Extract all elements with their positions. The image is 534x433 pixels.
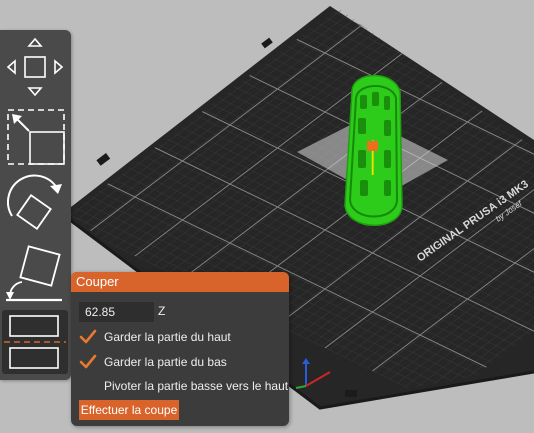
z-label: Z [158, 304, 166, 318]
keep-upper-label: Garder la partie du haut [104, 330, 231, 344]
keep-lower-label: Garder la partie du bas [104, 355, 227, 369]
place-on-face-tool-button[interactable] [2, 242, 68, 304]
z-height-input[interactable] [79, 302, 154, 322]
move-arrows-icon [6, 37, 64, 97]
perform-cut-button[interactable]: Effectuer la coupe [79, 400, 179, 420]
scale-icon [7, 109, 65, 165]
move-tool-button[interactable] [2, 36, 68, 98]
gizmo-toolbar [0, 30, 71, 380]
cut-panel-title: Couper [71, 272, 289, 292]
rotate-lower-checkbox[interactable] [79, 377, 97, 395]
cut-handle[interactable] [367, 141, 378, 151]
cut-tool-button[interactable] [2, 310, 68, 374]
z-row: Z [79, 302, 279, 322]
keep-lower-checkbox[interactable] [79, 353, 97, 371]
keep-lower-option[interactable]: Garder la partie du bas [79, 353, 289, 371]
scale-tool-button[interactable] [2, 104, 68, 166]
rotate-tool-button[interactable] [2, 172, 68, 238]
place-on-face-icon [6, 245, 62, 302]
cut-icon [4, 315, 66, 369]
rotate-lower-label: Pivoter la partie basse vers le haut [104, 379, 289, 393]
rotate-lower-option[interactable]: Pivoter la partie basse vers le haut [79, 377, 289, 395]
rotate-icon [7, 174, 62, 230]
cut-panel: Couper Z Garder la partie du haut Garder… [71, 272, 289, 426]
keep-upper-option[interactable]: Garder la partie du haut [79, 328, 289, 346]
keep-upper-checkbox[interactable] [79, 328, 97, 346]
